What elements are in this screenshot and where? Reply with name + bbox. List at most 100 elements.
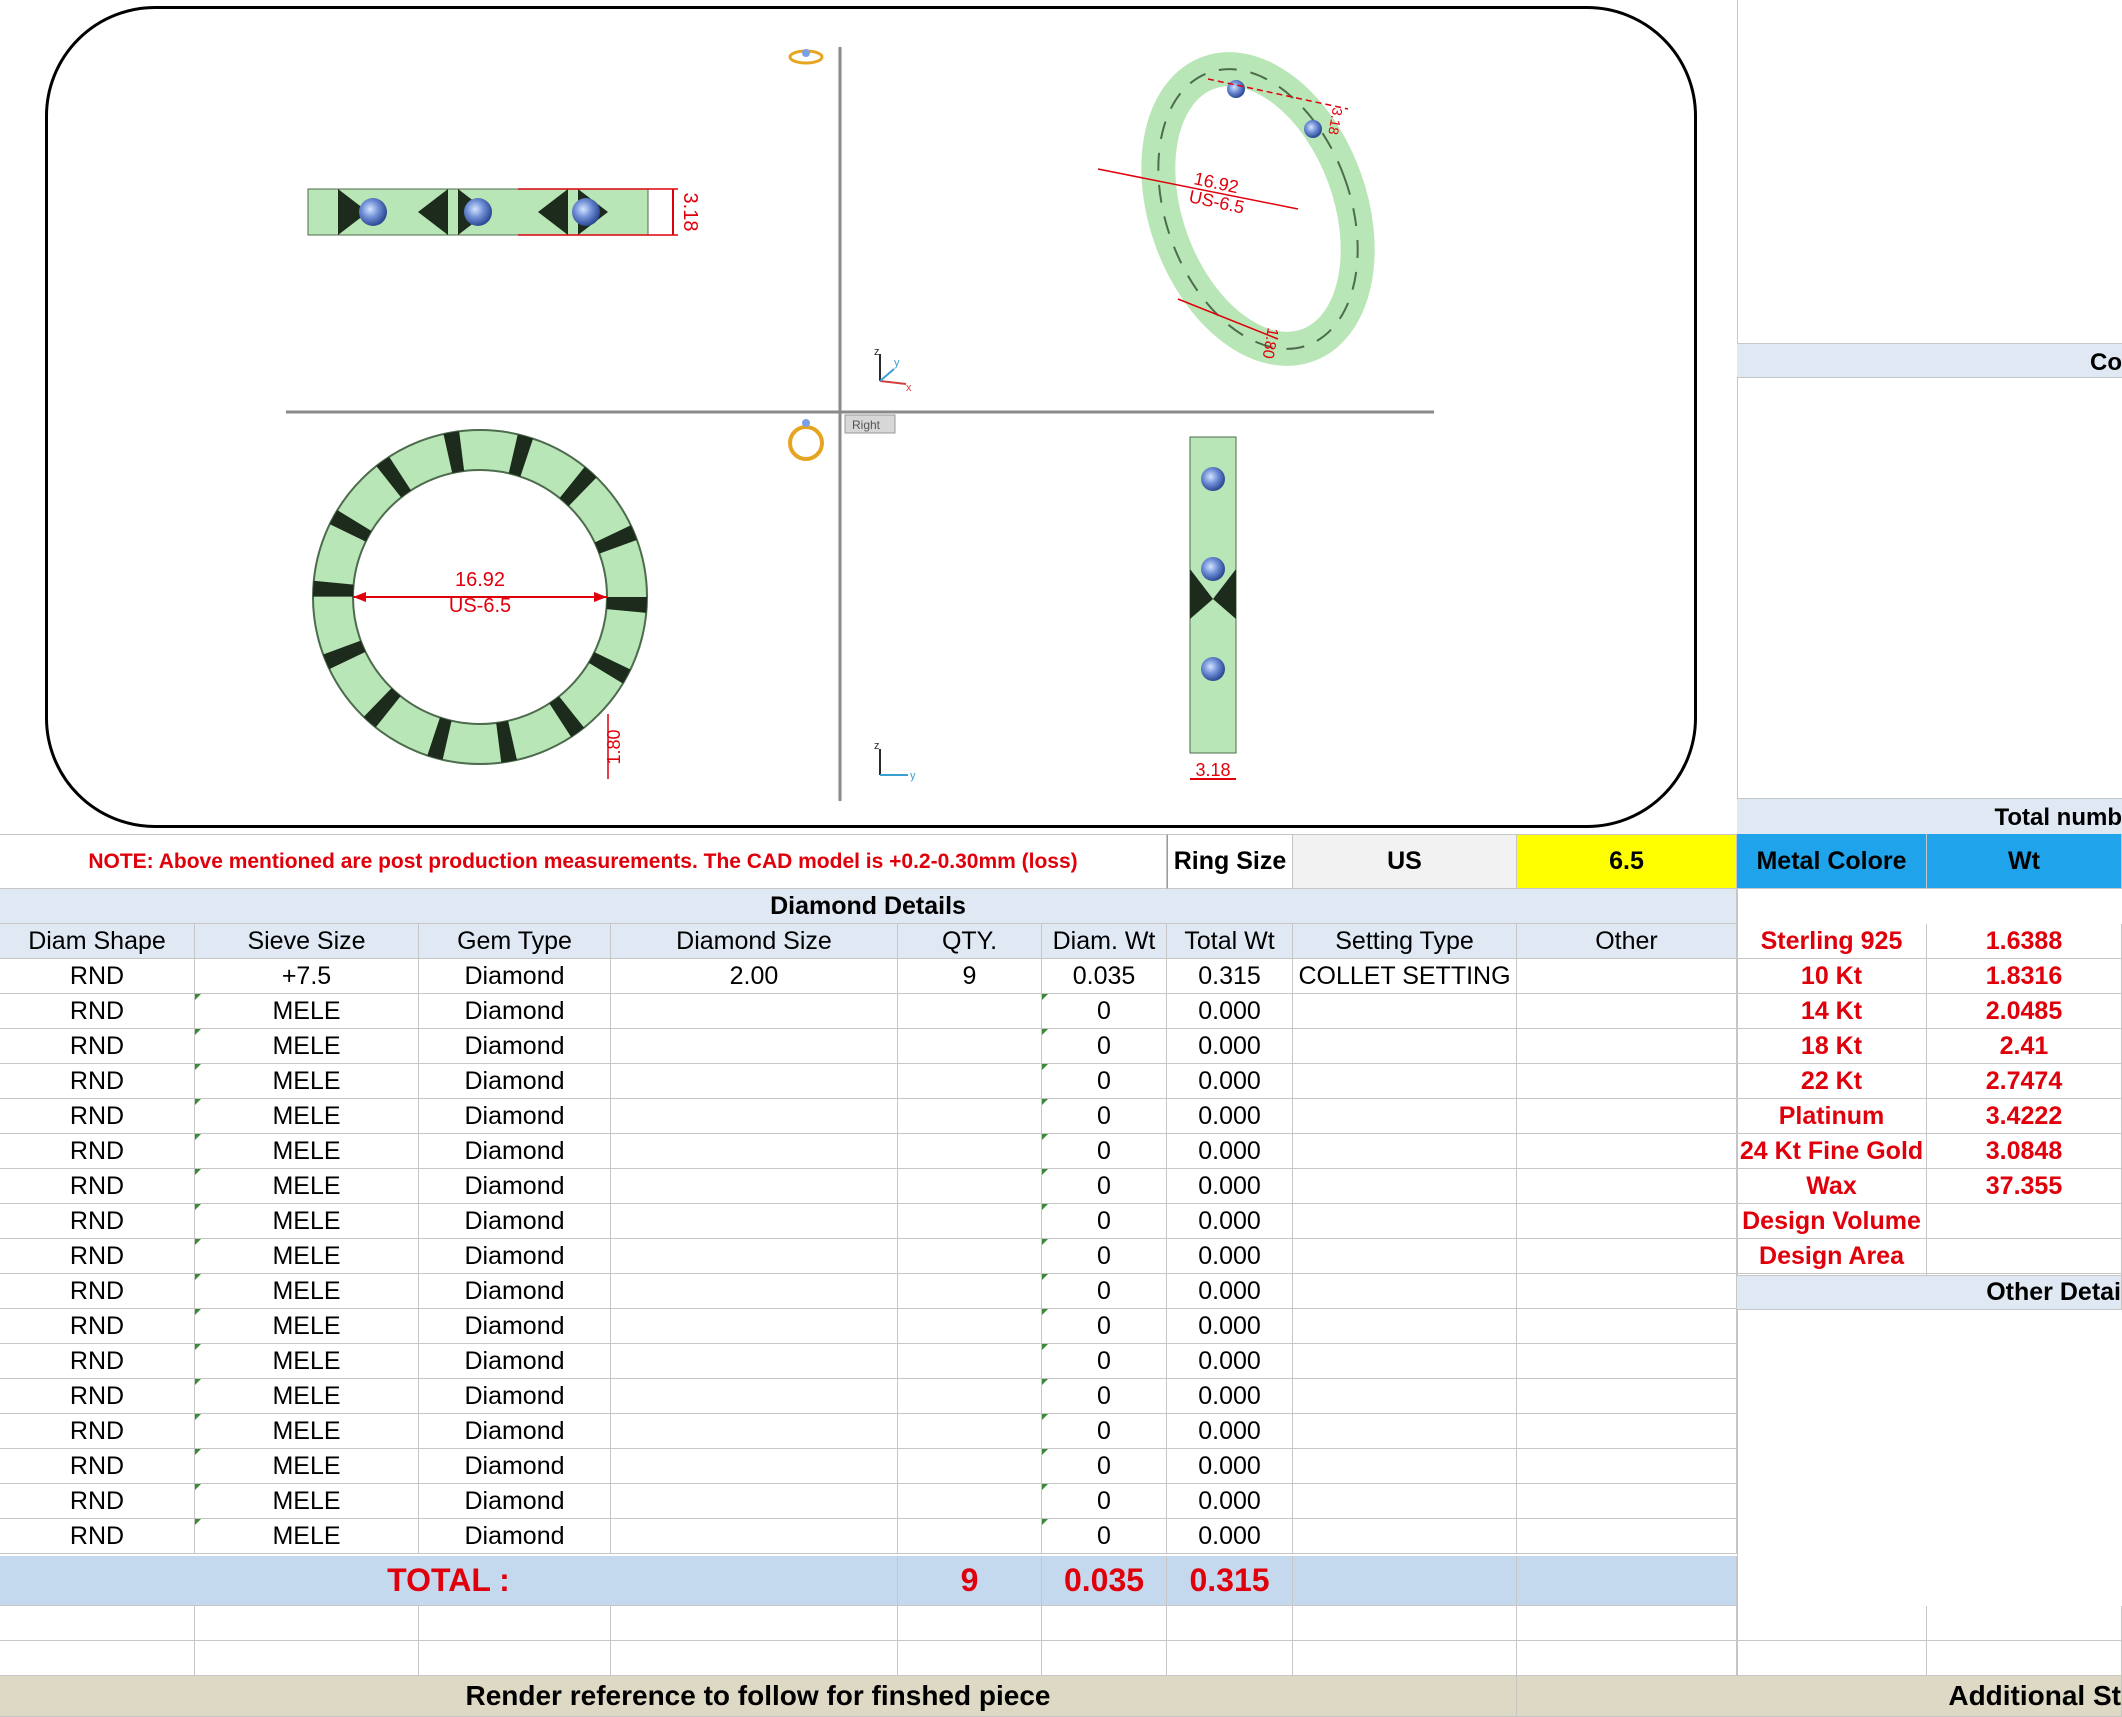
- cell-diamond-size[interactable]: [611, 1169, 898, 1204]
- cell-total-wt[interactable]: 0.000: [1167, 1064, 1293, 1099]
- cell-other[interactable]: [1517, 1449, 1737, 1484]
- cell-diamond-size[interactable]: [611, 1449, 898, 1484]
- cell-sieve-size[interactable]: MELE: [195, 1519, 419, 1554]
- cell-other[interactable]: [1517, 1239, 1737, 1274]
- cell-gem-type[interactable]: Diamond: [419, 1309, 611, 1344]
- cell-diam-shape[interactable]: RND: [0, 1029, 195, 1064]
- cell-sieve-size[interactable]: MELE: [195, 1344, 419, 1379]
- cell-setting-type[interactable]: [1293, 1484, 1517, 1519]
- metal-weight[interactable]: 3.0848: [1927, 1134, 2122, 1169]
- cell-qty[interactable]: [898, 994, 1042, 1029]
- cell-diamond-size[interactable]: 2.00: [611, 959, 898, 994]
- cell-qty[interactable]: [898, 1064, 1042, 1099]
- cell-gem-type[interactable]: Diamond: [419, 1344, 611, 1379]
- blank-cell[interactable]: [0, 1606, 195, 1641]
- cell-gem-type[interactable]: Diamond: [419, 1239, 611, 1274]
- cell-qty[interactable]: [898, 1344, 1042, 1379]
- cell-diam-shape[interactable]: RND: [0, 1519, 195, 1554]
- cell-diamond-size[interactable]: [611, 1379, 898, 1414]
- blank-cell[interactable]: [1167, 1641, 1293, 1676]
- cell-qty[interactable]: [898, 1204, 1042, 1239]
- cell-gem-type[interactable]: Diamond: [419, 1134, 611, 1169]
- cell-setting-type[interactable]: [1293, 1239, 1517, 1274]
- cell-other[interactable]: [1517, 1344, 1737, 1379]
- metal-weight[interactable]: 1.8316: [1927, 959, 2122, 994]
- cell-qty[interactable]: 9: [898, 959, 1042, 994]
- cell-total-wt[interactable]: 0.000: [1167, 1239, 1293, 1274]
- blank-cell[interactable]: [1293, 1641, 1517, 1676]
- cell-gem-type[interactable]: Diamond: [419, 1029, 611, 1064]
- cell-other[interactable]: [1517, 1064, 1737, 1099]
- cell-sieve-size[interactable]: MELE: [195, 1029, 419, 1064]
- cell-diam-shape[interactable]: RND: [0, 1309, 195, 1344]
- cell-diam-shape[interactable]: RND: [0, 1414, 195, 1449]
- cell-total-wt[interactable]: 0.000: [1167, 1519, 1293, 1554]
- cell-other[interactable]: [1517, 1484, 1737, 1519]
- blank-cell[interactable]: [195, 1641, 419, 1676]
- cell-total-wt[interactable]: 0.000: [1167, 1029, 1293, 1064]
- blank-cell[interactable]: [1517, 1606, 1737, 1641]
- cell-total-wt[interactable]: 0.000: [1167, 1344, 1293, 1379]
- cell-sieve-size[interactable]: MELE: [195, 1169, 419, 1204]
- blank-cell[interactable]: [898, 1606, 1042, 1641]
- cell-diamond-size[interactable]: [611, 1344, 898, 1379]
- cell-diamond-size[interactable]: [611, 1134, 898, 1169]
- cell-sieve-size[interactable]: MELE: [195, 1204, 419, 1239]
- cell-gem-type[interactable]: Diamond: [419, 1064, 611, 1099]
- cell-gem-type[interactable]: Diamond: [419, 1414, 611, 1449]
- metal-weight[interactable]: 37.355: [1927, 1169, 2122, 1204]
- cell-diamond-size[interactable]: [611, 1274, 898, 1309]
- cell-total-wt[interactable]: 0.000: [1167, 1309, 1293, 1344]
- cell-other[interactable]: [1517, 994, 1737, 1029]
- cell-gem-type[interactable]: Diamond: [419, 1519, 611, 1554]
- cell-sieve-size[interactable]: MELE: [195, 1099, 419, 1134]
- cell-total-wt[interactable]: 0.000: [1167, 1449, 1293, 1484]
- cell-total-wt[interactable]: 0.000: [1167, 1414, 1293, 1449]
- cell-total-wt[interactable]: 0.000: [1167, 994, 1293, 1029]
- cell-other[interactable]: [1517, 1274, 1737, 1309]
- blank-cell[interactable]: [1737, 1641, 1927, 1676]
- cell-other[interactable]: [1517, 1134, 1737, 1169]
- cell-diam-shape[interactable]: RND: [0, 1274, 195, 1309]
- cell-gem-type[interactable]: Diamond: [419, 1484, 611, 1519]
- cell-total-wt[interactable]: 0.000: [1167, 1484, 1293, 1519]
- cell-diam-wt[interactable]: 0.035: [1042, 959, 1167, 994]
- metal-weight[interactable]: 1.6388: [1927, 924, 2122, 959]
- cell-sieve-size[interactable]: MELE: [195, 1239, 419, 1274]
- cell-total-wt[interactable]: 0.000: [1167, 1274, 1293, 1309]
- cell-diam-wt[interactable]: 0: [1042, 1519, 1167, 1554]
- cell-total-wt[interactable]: 0.000: [1167, 1379, 1293, 1414]
- cell-setting-type[interactable]: [1293, 1204, 1517, 1239]
- cell-sieve-size[interactable]: MELE: [195, 994, 419, 1029]
- metal-weight[interactable]: [1927, 1204, 2122, 1239]
- cell-other[interactable]: [1517, 1519, 1737, 1554]
- cell-sieve-size[interactable]: MELE: [195, 1134, 419, 1169]
- cell-setting-type[interactable]: [1293, 1274, 1517, 1309]
- cell-diamond-size[interactable]: [611, 1309, 898, 1344]
- cell-setting-type[interactable]: [1293, 1029, 1517, 1064]
- cell-diamond-size[interactable]: [611, 1204, 898, 1239]
- cell-setting-type[interactable]: [1293, 1414, 1517, 1449]
- cell-total-wt[interactable]: 0.000: [1167, 1134, 1293, 1169]
- cell-sieve-size[interactable]: MELE: [195, 1449, 419, 1484]
- cell-setting-type[interactable]: [1293, 994, 1517, 1029]
- view-tab-right[interactable]: Right: [844, 414, 896, 434]
- cell-diamond-size[interactable]: [611, 1029, 898, 1064]
- blank-cell[interactable]: [1042, 1641, 1167, 1676]
- metal-weight[interactable]: 3.4222: [1927, 1099, 2122, 1134]
- cell-diam-wt[interactable]: 0: [1042, 1414, 1167, 1449]
- blank-cell[interactable]: [1042, 1606, 1167, 1641]
- cell-qty[interactable]: [898, 1309, 1042, 1344]
- cell-diam-wt[interactable]: 0: [1042, 1204, 1167, 1239]
- blank-cell[interactable]: [611, 1641, 898, 1676]
- cell-diamond-size[interactable]: [611, 1484, 898, 1519]
- blank-cell[interactable]: [0, 1641, 195, 1676]
- blank-cell[interactable]: [1927, 1606, 2122, 1641]
- cell-qty[interactable]: [898, 1519, 1042, 1554]
- cell-gem-type[interactable]: Diamond: [419, 1169, 611, 1204]
- blank-cell[interactable]: [195, 1606, 419, 1641]
- cell-other[interactable]: [1517, 1099, 1737, 1134]
- cell-setting-type[interactable]: COLLET SETTING: [1293, 959, 1517, 994]
- cell-setting-type[interactable]: [1293, 1519, 1517, 1554]
- cell-setting-type[interactable]: [1293, 1379, 1517, 1414]
